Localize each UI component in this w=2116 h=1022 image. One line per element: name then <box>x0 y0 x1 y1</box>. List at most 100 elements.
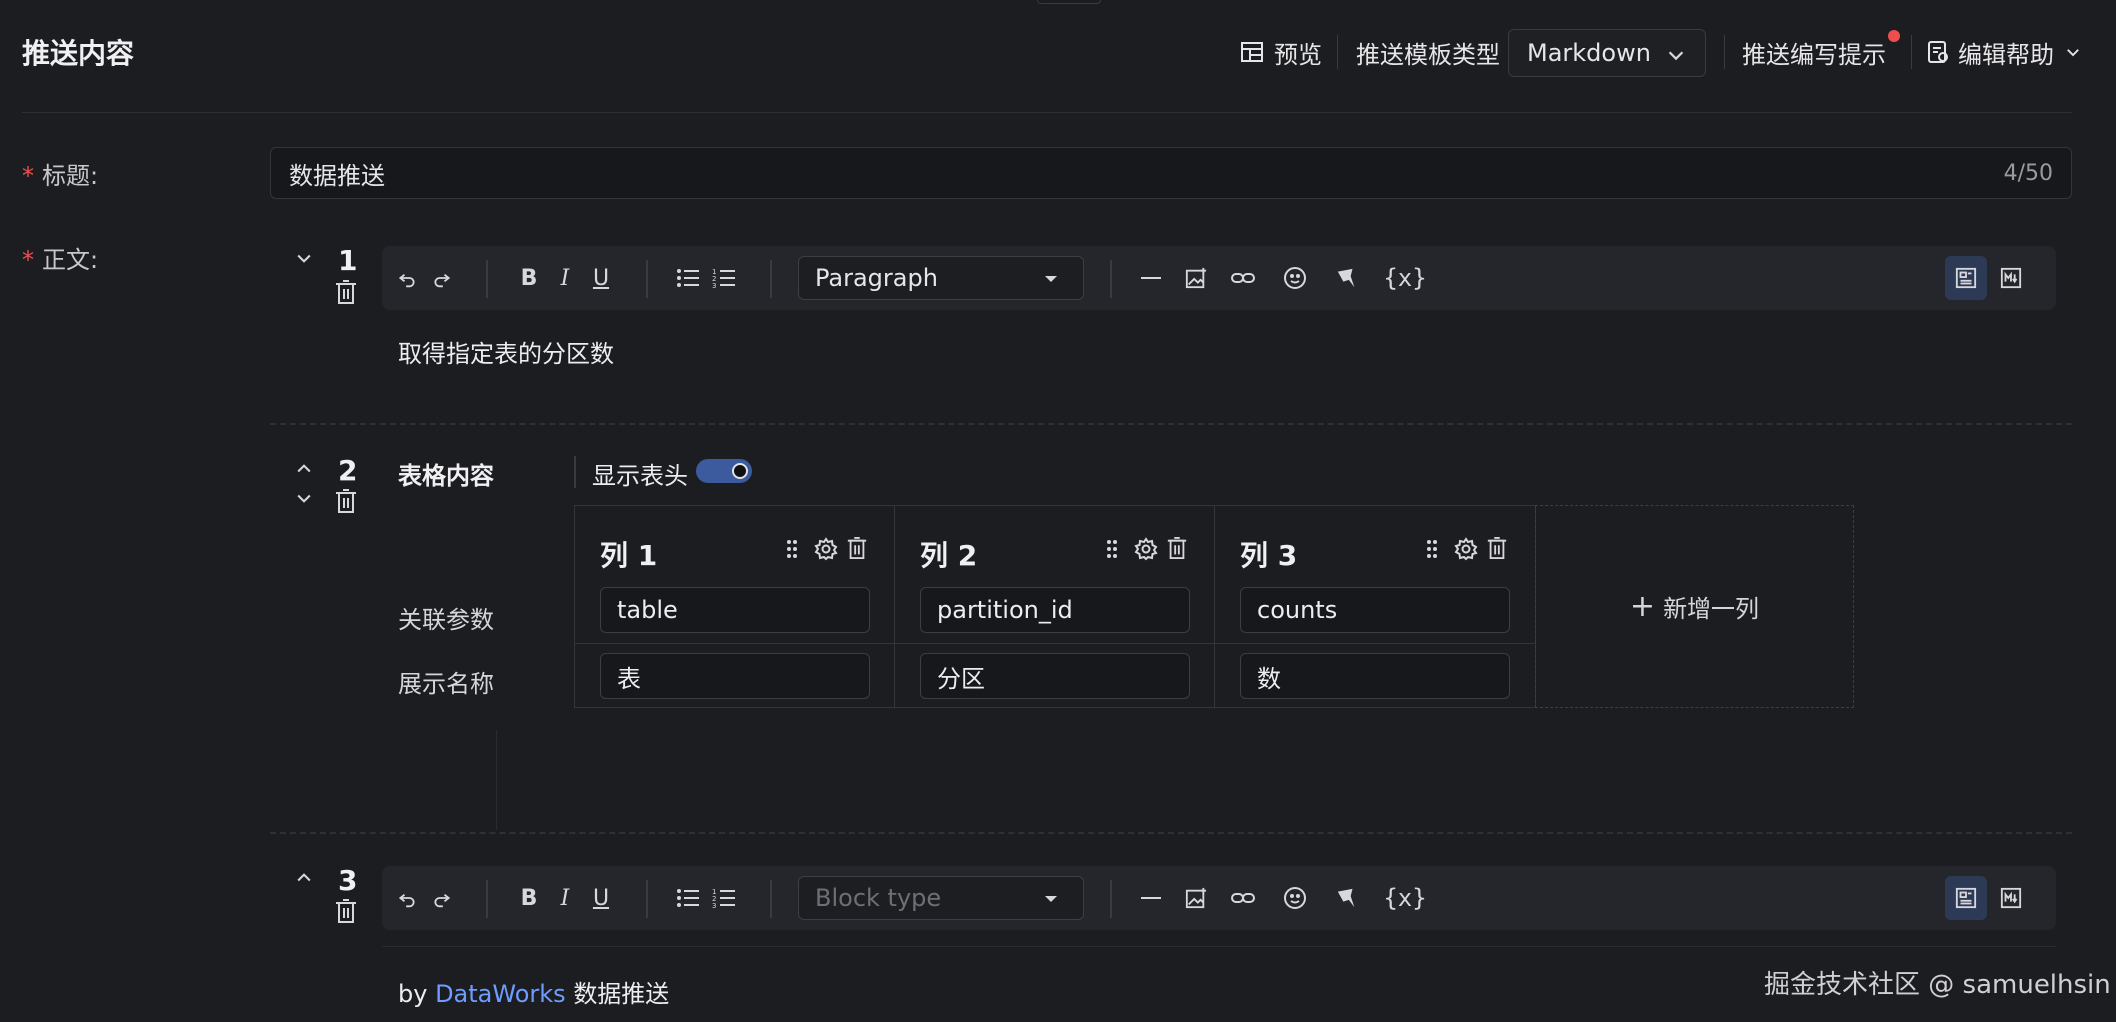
toggle-knob <box>732 463 748 479</box>
move-down-button[interactable] <box>294 488 314 512</box>
horizontal-rule-button[interactable] <box>1136 866 1166 930</box>
param-input[interactable]: counts <box>1240 587 1510 633</box>
page-title: 推送内容 <box>22 37 135 70</box>
bold-button[interactable]: B <box>514 246 544 310</box>
underline-button[interactable]: U <box>586 246 616 310</box>
undo-icon <box>398 893 415 908</box>
gear-icon <box>814 537 838 561</box>
display-name-input[interactable]: 数 <box>1240 653 1510 699</box>
emoji-button[interactable] <box>1280 246 1310 310</box>
preview-button[interactable]: 预览 <box>1240 29 1322 75</box>
column-settings-button[interactable] <box>1454 537 1478 565</box>
rich-text-mode-button[interactable] <box>1945 256 1987 300</box>
markdown-mode-button[interactable] <box>1990 256 2032 300</box>
display-name-value: 数 <box>1257 664 1281 693</box>
plus-icon: + <box>1629 588 1656 624</box>
numbered-list-button[interactable]: 123 <box>708 246 740 310</box>
toolbar-separator <box>646 880 648 918</box>
highlight-button[interactable] <box>1332 246 1362 310</box>
collapse-down-button[interactable] <box>294 248 314 272</box>
insert-link-button[interactable] <box>1228 246 1258 310</box>
param-value: partition_id <box>937 596 1073 624</box>
highlight-button[interactable] <box>1332 866 1362 930</box>
image-icon <box>1185 267 1207 289</box>
rich-text-icon <box>1955 887 1977 909</box>
move-up-button[interactable] <box>294 459 314 483</box>
horizontal-rule-button[interactable] <box>1136 246 1166 310</box>
numbered-list-button[interactable]: 123 <box>708 866 740 930</box>
underline-button[interactable]: U <box>586 866 616 930</box>
writing-tips-button[interactable]: 推送编写提示 <box>1742 29 1886 75</box>
drag-handle-icon <box>1427 540 1437 558</box>
layout-icon <box>1240 40 1264 64</box>
delete-block-button[interactable] <box>334 898 358 928</box>
toolbar-separator <box>1110 260 1112 298</box>
caret-down-icon <box>1045 276 1057 282</box>
drag-handle[interactable] <box>786 538 798 564</box>
trash-icon <box>336 899 356 923</box>
markdown-icon <box>2000 887 2022 909</box>
drag-handle-icon <box>1107 540 1117 558</box>
chevron-down-icon <box>2064 43 2082 61</box>
numbered-list-icon: 123 <box>712 268 735 289</box>
param-input[interactable]: table <box>600 587 870 633</box>
top-handle <box>1037 0 1101 4</box>
insert-variable-button[interactable]: {x} <box>1380 866 1430 930</box>
block-content[interactable]: by DataWorks 数据推送 <box>398 974 669 1009</box>
delete-block-button[interactable] <box>334 279 358 309</box>
block-type-select[interactable]: Paragraph <box>798 256 1084 300</box>
highlighter-icon <box>1337 888 1355 908</box>
emoji-button[interactable] <box>1280 866 1310 930</box>
dataworks-link[interactable]: DataWorks <box>435 980 566 1008</box>
display-name-input[interactable]: 表 <box>600 653 870 699</box>
chevron-down-icon <box>1665 44 1687 72</box>
show-header-toggle[interactable] <box>696 459 752 483</box>
bold-button[interactable]: B <box>514 866 544 930</box>
undo-button[interactable] <box>392 246 422 310</box>
help-doc-icon <box>1926 40 1950 64</box>
caret-down-icon <box>1045 896 1057 902</box>
italic-button[interactable]: I <box>550 866 580 930</box>
markdown-mode-button[interactable] <box>1990 876 2032 920</box>
header-divider-line <box>22 112 2072 113</box>
column-settings-button[interactable] <box>1134 537 1158 565</box>
column-settings-button[interactable] <box>814 537 838 565</box>
bullet-list-button[interactable] <box>672 246 704 310</box>
rich-text-mode-button[interactable] <box>1945 876 1987 920</box>
insert-image-button[interactable] <box>1181 246 1211 310</box>
insert-variable-button[interactable]: {x} <box>1380 246 1430 310</box>
column-header: 列 2 <box>920 539 978 572</box>
gear-icon <box>1454 537 1478 561</box>
edit-help-button[interactable]: 编辑帮助 <box>1926 29 2082 75</box>
redo-button[interactable] <box>427 246 457 310</box>
param-input[interactable]: partition_id <box>920 587 1190 633</box>
italic-button[interactable]: I <box>550 246 580 310</box>
bullet-list-icon <box>677 889 699 907</box>
redo-button[interactable] <box>427 866 457 930</box>
block-type-select[interactable]: Block type <box>798 876 1084 920</box>
drag-handle[interactable] <box>1426 538 1438 564</box>
delete-column-button[interactable] <box>1486 536 1508 564</box>
template-type-select[interactable]: Markdown <box>1508 29 1706 77</box>
display-name-input[interactable]: 分区 <box>920 653 1190 699</box>
row-label-display: 展示名称 <box>398 670 494 698</box>
title-label: * 标题: <box>22 156 98 191</box>
delete-column-button[interactable] <box>1166 536 1188 564</box>
drag-handle[interactable] <box>1106 538 1118 564</box>
undo-button[interactable] <box>392 866 422 930</box>
chevron-up-icon <box>297 873 311 882</box>
title-input[interactable]: 数据推送 4/50 <box>270 147 2072 199</box>
delete-block-button[interactable] <box>334 488 358 518</box>
param-value: counts <box>1257 596 1338 624</box>
bullet-list-button[interactable] <box>672 866 704 930</box>
move-up-button[interactable] <box>294 868 314 892</box>
add-column-button[interactable]: + 新增一列 <box>1535 505 1854 708</box>
delete-column-button[interactable] <box>846 536 868 564</box>
trash-icon <box>1167 537 1187 559</box>
param-value: table <box>617 596 678 624</box>
column-header: 列 3 <box>1240 539 1298 572</box>
display-name-value: 分区 <box>937 664 985 693</box>
block-content[interactable]: 取得指定表的分区数 <box>398 334 614 369</box>
insert-image-button[interactable] <box>1181 866 1211 930</box>
insert-link-button[interactable] <box>1228 866 1258 930</box>
